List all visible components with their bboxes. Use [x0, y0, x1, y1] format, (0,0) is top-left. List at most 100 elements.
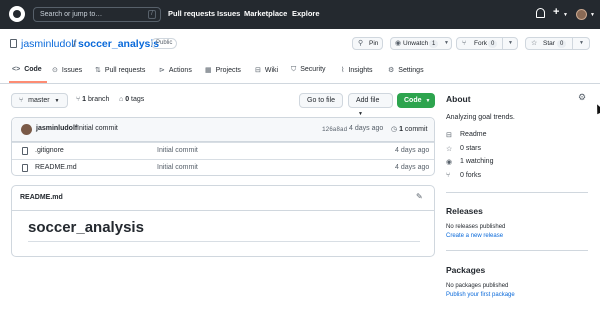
tab-issues-label: Issues — [61, 67, 83, 74]
search-input[interactable]: Search or jump to… / — [33, 7, 161, 22]
search-placeholder: Search or jump to… — [40, 11, 103, 18]
file-name[interactable]: README.md — [35, 164, 77, 171]
releases-status: No releases published — [446, 224, 506, 230]
branch-name: master — [28, 97, 50, 104]
publish-package-link[interactable]: Publish your first package — [446, 292, 515, 298]
star-icon: ☆ — [531, 40, 538, 47]
author-avatar[interactable] — [21, 124, 32, 135]
commit-author[interactable]: jasminludolf — [36, 125, 77, 132]
pin-button[interactable]: ⚲ Pin — [352, 37, 383, 50]
about-title: About — [446, 94, 471, 104]
chevron-down-icon[interactable]: ▼ — [508, 38, 513, 49]
tab-projects-label: Projects — [215, 67, 241, 74]
file-icon — [22, 164, 28, 172]
star-divider — [572, 38, 573, 49]
pin-label: Pin — [369, 40, 379, 47]
tags-link[interactable]: ⌂ 0 tags — [119, 96, 144, 103]
packages-title[interactable]: Packages — [446, 265, 485, 275]
tab-settings[interactable]: ⚙ Settings — [388, 66, 424, 74]
nav-explore[interactable]: Explore — [292, 9, 320, 18]
nav-marketplace[interactable]: Marketplace — [244, 9, 287, 18]
watchers-link[interactable]: 1 watching — [460, 158, 493, 165]
play-icon: ⊳ — [159, 67, 165, 74]
commits-link[interactable]: ◷ 1 commit — [391, 125, 427, 133]
code-button[interactable]: Code ▼ — [397, 93, 435, 108]
readme-heading-rule — [28, 241, 420, 242]
history-clock-icon: ◷ — [391, 126, 398, 133]
add-file-label: Add file — [356, 97, 380, 104]
sidebar-divider — [446, 250, 588, 251]
mouse-cursor-icon — [593, 102, 600, 115]
branches-link[interactable]: ⑂ 1 branch — [76, 96, 109, 103]
unwatch-label: Unwatch — [403, 40, 429, 47]
star-icon: ☆ — [446, 146, 453, 153]
file-commit-message[interactable]: Initial commit — [157, 164, 198, 171]
commit-sha[interactable]: 126a8ad — [322, 126, 347, 133]
table-row[interactable]: README.md Initial commit 4 days ago — [12, 159, 434, 176]
tab-code[interactable]: <> Code — [12, 66, 42, 73]
tab-insights[interactable]: ⌇ Insights — [341, 66, 373, 74]
table-row[interactable]: .gitignore Initial commit 4 days ago — [12, 142, 434, 159]
tab-security[interactable]: ⛉ Security — [291, 66, 326, 74]
chevron-down-icon[interactable]: ▼ — [579, 38, 584, 49]
project-table-icon: ▦ — [205, 67, 212, 74]
branch-label: branch — [88, 96, 110, 103]
branch-icon: ⑂ — [76, 96, 81, 103]
nav-pull-requests[interactable]: Pull requests — [168, 9, 215, 18]
tab-issues[interactable]: ⊙ Issues — [52, 66, 82, 74]
tab-pull-requests[interactable]: ⇅ Pull requests — [95, 66, 145, 74]
repo-owner-link[interactable]: jasminludolf — [21, 38, 76, 50]
branch-count: 1 — [82, 96, 87, 103]
book-icon: ⊟ — [255, 67, 261, 74]
notifications-bell-icon[interactable] — [536, 8, 545, 18]
create-new-plus-icon[interactable]: + — [553, 6, 559, 18]
gear-icon[interactable]: ⚙ — [578, 92, 586, 103]
file-commit-message[interactable]: Initial commit — [157, 147, 198, 154]
readme-heading: soccer_analysis — [28, 219, 144, 236]
tab-code-label: Code — [24, 66, 42, 73]
sidebar-divider — [446, 192, 588, 193]
shield-icon: ⛉ — [291, 66, 297, 73]
file-name[interactable]: .gitignore — [35, 147, 64, 154]
commit-message[interactable]: Initial commit — [77, 125, 118, 132]
readme-link[interactable]: Readme — [460, 131, 486, 138]
unwatch-button[interactable]: ◉ Unwatch 1 ▼ — [390, 37, 452, 50]
fork-icon: ⑂ — [446, 172, 451, 179]
tab-insights-label: Insights — [348, 67, 373, 74]
repo-name-link[interactable]: soccer_analysis — [78, 38, 159, 50]
tag-icon: ⌂ — [119, 96, 124, 103]
stars-link[interactable]: 0 stars — [460, 145, 481, 152]
tab-actions[interactable]: ⊳ Actions — [159, 66, 192, 74]
tab-projects[interactable]: ▦ Projects — [205, 66, 241, 74]
visibility-badge: Public — [151, 38, 178, 49]
readme-header: README.md ✎ — [12, 186, 434, 211]
pencil-edit-icon[interactable]: ✎ — [416, 192, 423, 201]
fork-count: 0 — [488, 39, 498, 48]
readme-filename[interactable]: README.md — [20, 194, 63, 201]
eye-icon: ◉ — [395, 40, 402, 47]
github-logo-icon[interactable] — [9, 6, 25, 22]
commit-count: 1 — [399, 126, 403, 133]
star-count: 0 — [557, 39, 567, 48]
tab-settings-label: Settings — [398, 67, 424, 74]
commit-time: 4 days ago — [349, 125, 384, 132]
file-commit-time: 4 days ago — [395, 164, 430, 171]
star-button[interactable]: ☆ Star 0 ▼ — [525, 37, 590, 50]
fork-icon: ⑂ — [462, 40, 467, 47]
add-file-button[interactable]: Add file ▼ — [348, 93, 393, 117]
fork-divider — [502, 38, 503, 49]
go-to-file-button[interactable]: Go to file — [299, 93, 344, 108]
nav-issues[interactable]: Issues — [217, 9, 240, 18]
branch-icon: ⑂ — [19, 97, 24, 104]
create-release-link[interactable]: Create a new release — [446, 233, 503, 239]
eye-icon: ◉ — [446, 159, 453, 166]
user-avatar[interactable] — [576, 9, 587, 20]
fork-button[interactable]: ⑂ Fork 0 ▼ — [456, 37, 518, 50]
forks-link[interactable]: 0 forks — [460, 172, 481, 179]
tab-pull-requests-label: Pull requests — [104, 67, 146, 74]
releases-title[interactable]: Releases — [446, 206, 483, 216]
branch-selector[interactable]: ⑂ master ▼ — [11, 93, 68, 108]
issue-icon: ⊙ — [52, 67, 58, 74]
watch-count: 1 — [429, 39, 439, 48]
tab-wiki[interactable]: ⊟ Wiki — [255, 66, 278, 74]
